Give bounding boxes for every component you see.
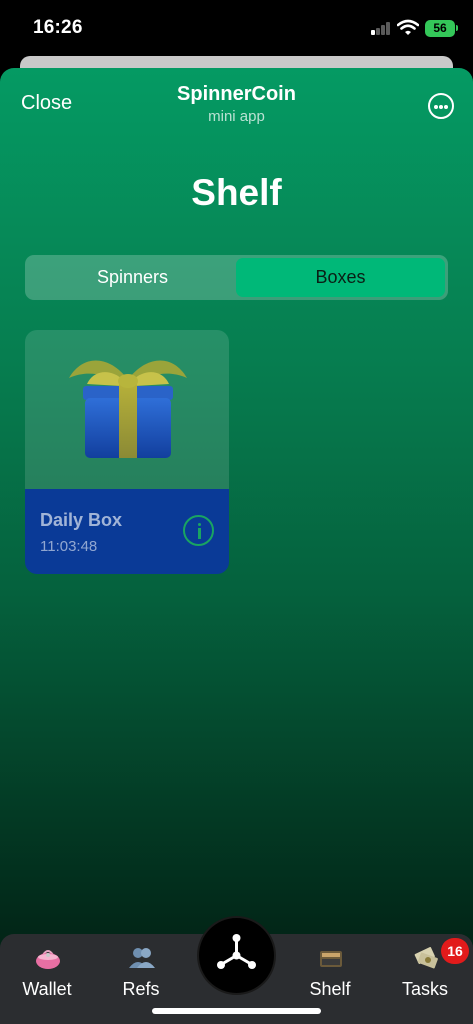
- box-name: Daily Box: [40, 510, 123, 530]
- status-bar: 16:26 56: [0, 0, 473, 58]
- tab-spinners[interactable]: Spinners: [28, 258, 237, 297]
- nav-refs-label: Refs: [122, 979, 160, 999]
- box-card-daily[interactable]: Daily Box 11:03:48: [25, 330, 229, 574]
- status-time: 16:26: [33, 17, 83, 38]
- spinner-logo-button[interactable]: [199, 918, 274, 993]
- shelf-icon: [320, 951, 342, 967]
- purse-icon: [36, 950, 60, 969]
- nav-tasks-label: Tasks: [401, 979, 448, 999]
- battery-indicator: 56: [425, 20, 455, 37]
- nav-wallet[interactable]: Wallet: [0, 934, 94, 1024]
- nav-shelf-label: Shelf: [309, 979, 351, 999]
- page-title: Shelf: [191, 172, 282, 213]
- signal-icon: [371, 22, 391, 35]
- money-icon: [414, 947, 438, 969]
- gift-icon: [69, 360, 187, 458]
- more-icon[interactable]: [428, 93, 454, 119]
- people-icon: [129, 948, 155, 968]
- app-title: SpinnerCoin: [177, 83, 296, 105]
- segmented-control: Spinners Boxes: [25, 255, 448, 300]
- box-timer: 11:03:48: [40, 538, 98, 555]
- app-subtitle: mini app: [208, 108, 265, 125]
- info-icon[interactable]: [183, 515, 214, 546]
- tasks-badge: 16: [441, 938, 469, 964]
- tab-boxes[interactable]: Boxes: [236, 258, 445, 297]
- mini-app-sheet: Close SpinnerCoin mini app Shelf Spinner…: [0, 68, 473, 1024]
- wifi-icon: [397, 19, 419, 35]
- card-image-area: [25, 330, 229, 489]
- home-indicator: [152, 1008, 321, 1014]
- card-footer: Daily Box 11:03:48: [25, 489, 229, 574]
- nav-wallet-label: Wallet: [22, 979, 72, 999]
- battery-tip: [456, 25, 458, 31]
- spinner-logo-icon: [217, 934, 256, 969]
